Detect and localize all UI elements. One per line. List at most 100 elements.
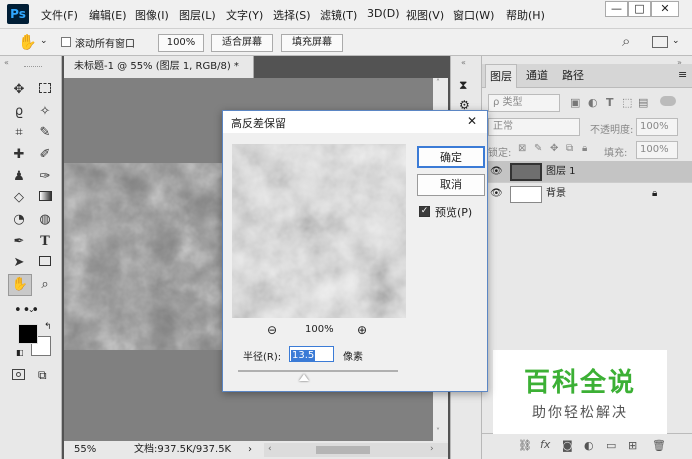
horizontal-scroll-thumb[interactable] — [316, 446, 370, 454]
lock-all-icon[interactable]: 🔒︎ — [582, 143, 587, 154]
menu-select[interactable]: 选择(S) — [273, 7, 311, 23]
strip-expand-icon[interactable]: « — [461, 58, 466, 67]
tab-layers[interactable]: 图层 — [485, 64, 517, 88]
stamp-tool-icon[interactable]: ♟ — [9, 167, 29, 186]
menu-layer[interactable]: 图层(L) — [179, 7, 216, 23]
fill-field[interactable]: 100% — [636, 141, 678, 159]
lock-artboard-icon[interactable]: ⧉ — [566, 143, 573, 154]
menu-view[interactable]: 视图(V) — [406, 7, 444, 23]
document-canvas[interactable] — [64, 163, 234, 350]
zoom-in-icon[interactable]: ⊕ — [357, 323, 367, 337]
menu-3d[interactable]: 3D(D) — [367, 7, 400, 20]
scroll-right-icon[interactable]: › — [430, 440, 434, 458]
magic-wand-tool-icon[interactable]: ✧ — [35, 102, 55, 121]
preview-checkbox[interactable]: ✓ — [419, 206, 430, 217]
eraser-tool-icon[interactable]: ◇ — [9, 188, 29, 207]
panel-collapse-icon[interactable]: « — [4, 58, 9, 67]
minimize-button[interactable]: — — [605, 1, 628, 17]
new-layer-icon[interactable]: ⊞ — [628, 439, 637, 452]
scroll-down-icon[interactable]: ˅ — [436, 427, 440, 436]
rectangle-tool-icon[interactable] — [35, 253, 55, 272]
workspace-icon[interactable] — [652, 36, 668, 48]
filter-adjust-icon[interactable]: ◐ — [588, 96, 598, 109]
menu-edit[interactable]: 编辑(E) — [89, 7, 127, 23]
dialog-close-icon[interactable]: ✕ — [467, 114, 477, 128]
visibility-eye-icon[interactable]: 👁︎ — [490, 161, 503, 183]
fx-icon[interactable]: fx — [540, 438, 550, 451]
menu-window[interactable]: 窗口(W) — [453, 7, 494, 23]
horizontal-scrollbar[interactable]: ‹ › — [264, 443, 448, 457]
status-zoom[interactable]: 55% — [74, 441, 96, 459]
fit-screen-button[interactable]: 适合屏幕 — [211, 34, 273, 52]
menu-filter[interactable]: 滤镜(T) — [320, 7, 357, 23]
filter-preview[interactable] — [232, 144, 406, 318]
filter-toggle-icon[interactable] — [660, 96, 676, 106]
radius-slider-thumb[interactable] — [299, 374, 309, 381]
layer-row[interactable]: 👁︎ 图层 1 — [482, 161, 692, 183]
lasso-tool-icon[interactable]: ϱ — [9, 102, 29, 121]
type-tool-icon[interactable]: T — [35, 232, 55, 251]
panel-menu-icon[interactable]: ≡ — [678, 68, 687, 81]
maximize-button[interactable]: □ — [628, 1, 651, 17]
eyedropper-tool-icon[interactable]: ✎ — [35, 123, 55, 142]
blend-mode-select[interactable]: 正常 — [488, 118, 580, 136]
new-group-icon[interactable]: ▭ — [606, 439, 616, 452]
tab-paths[interactable]: 路径 — [557, 64, 589, 88]
more-tools-chevron-icon[interactable]: ⌄ — [28, 305, 35, 314]
workspace-chevron-icon[interactable]: ⌄ — [672, 36, 680, 46]
blur-tool-icon[interactable]: ◔ — [9, 210, 29, 229]
document-tab[interactable]: 未标题-1 @ 55% (图层 1, RGB/8) * × — [64, 56, 254, 94]
filter-type-icon[interactable]: T — [606, 96, 614, 109]
zoom-tool-icon[interactable]: ⌕ — [35, 275, 55, 294]
lock-position-icon[interactable]: ✥ — [550, 143, 558, 154]
opacity-field[interactable]: 100% — [636, 118, 678, 136]
hand-tool-icon[interactable]: ✋ — [18, 33, 37, 51]
history-panel-icon[interactable]: ⧗ — [459, 78, 467, 93]
marquee-tool-icon[interactable] — [35, 80, 55, 99]
lock-pixels-icon[interactable]: ✎ — [534, 143, 542, 154]
scroll-all-checkbox[interactable] — [61, 37, 71, 47]
status-nav-arrow-icon[interactable]: › — [248, 441, 252, 459]
layer-name[interactable]: 背景 — [546, 183, 566, 205]
close-window-button[interactable]: ✕ — [651, 1, 679, 17]
pen-tool-icon[interactable]: ✒ — [9, 232, 29, 251]
cancel-button[interactable]: 取消 — [417, 174, 485, 196]
quick-mask-icon[interactable] — [12, 369, 25, 380]
lock-transparent-icon[interactable]: ⊠ — [518, 143, 526, 154]
layer-row[interactable]: 👁︎ 背景 🔒︎ — [482, 182, 692, 204]
menu-type[interactable]: 文字(Y) — [226, 7, 263, 23]
link-layers-icon[interactable]: ⛓︎ — [518, 439, 532, 452]
layer-name[interactable]: 图层 1 — [546, 161, 576, 183]
menu-image[interactable]: 图像(I) — [135, 7, 169, 23]
add-mask-icon[interactable]: ◙ — [562, 439, 573, 452]
menu-help[interactable]: 帮助(H) — [506, 7, 545, 23]
path-selection-tool-icon[interactable]: ➤ — [9, 253, 29, 272]
dodge-tool-icon[interactable]: ◍ — [35, 210, 55, 229]
delete-layer-icon[interactable]: 🗑︎ — [652, 439, 666, 452]
swap-colors-icon[interactable]: ↰ — [44, 322, 52, 332]
healing-brush-tool-icon[interactable]: ✚ — [9, 145, 29, 164]
more-tools-icon[interactable]: ••• — [14, 303, 40, 318]
screen-mode-icon[interactable]: ⧉ — [38, 368, 47, 383]
adjustment-layer-icon[interactable]: ◐ — [584, 439, 594, 452]
zoom-out-icon[interactable]: ⊖ — [267, 323, 277, 337]
preview-label[interactable]: 预览(P) — [435, 204, 472, 220]
zoom-100-button[interactable]: 100% — [158, 34, 204, 52]
radius-input[interactable]: 13.5 — [289, 346, 334, 362]
history-brush-tool-icon[interactable]: ✑ — [35, 167, 55, 186]
chevron-down-icon[interactable]: ⌄ — [40, 36, 48, 46]
ok-button[interactable]: 确定 — [417, 146, 485, 168]
tab-channels[interactable]: 通道 — [521, 64, 553, 88]
scroll-left-icon[interactable]: ‹ — [268, 440, 272, 458]
visibility-eye-icon[interactable]: 👁︎ — [490, 183, 503, 205]
default-colors-icon[interactable]: ◧ — [16, 348, 24, 357]
move-tool-icon[interactable]: ✥ — [9, 80, 29, 99]
layer-filter-select[interactable]: ρ 类型 — [488, 94, 560, 112]
fill-screen-button[interactable]: 填充屏幕 — [281, 34, 343, 52]
dialog-title-bar[interactable]: 高反差保留 ✕ — [223, 111, 487, 133]
search-icon[interactable]: ⌕ — [622, 32, 630, 50]
gradient-tool-icon[interactable] — [35, 188, 55, 207]
radius-slider-track[interactable] — [238, 370, 398, 372]
filter-pixel-icon[interactable]: ▣ — [570, 96, 580, 109]
menu-file[interactable]: 文件(F) — [41, 7, 78, 23]
